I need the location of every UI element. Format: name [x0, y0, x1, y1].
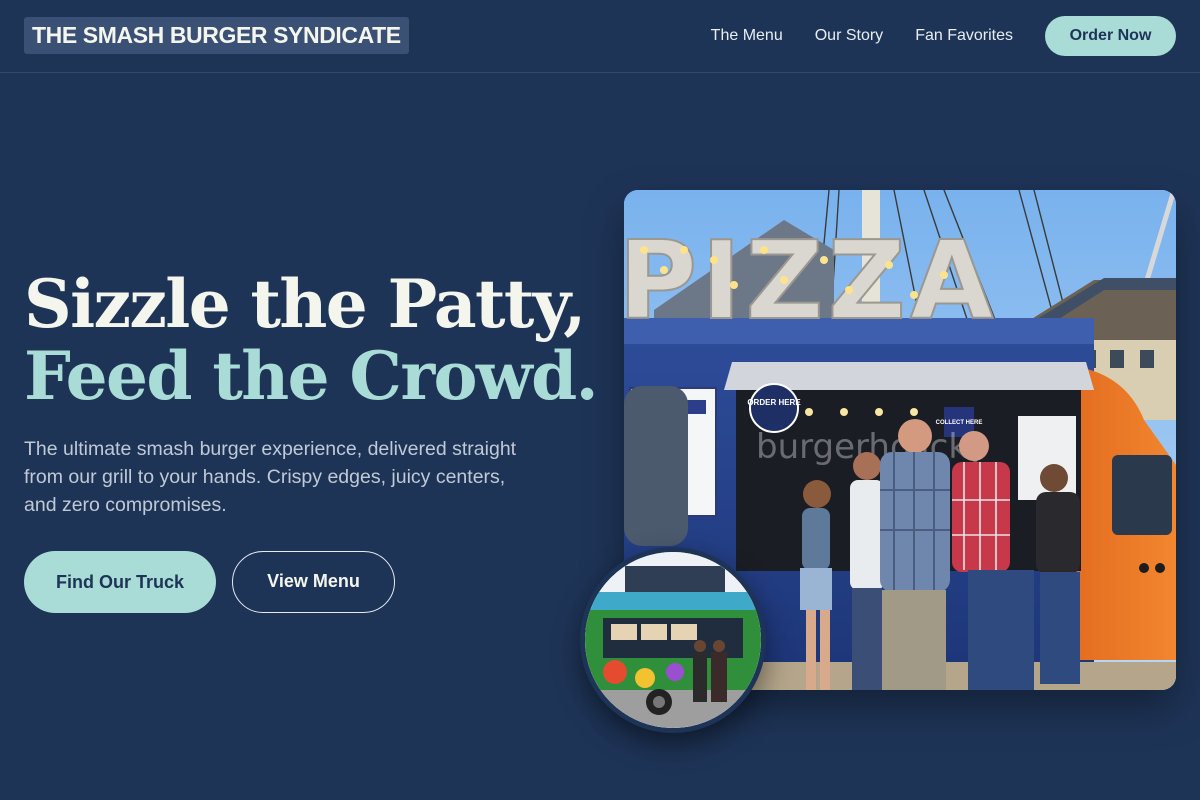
site-header: THE SMASH BURGER SYNDICATE The Menu Our … [0, 0, 1200, 73]
order-now-button[interactable]: Order Now [1045, 16, 1176, 56]
hero-title: Sizzle the Patty, Feed the Crowd. [24, 268, 604, 412]
nav-link-fan-favorites[interactable]: Fan Favorites [915, 16, 1013, 56]
hero-title-line-1: Sizzle the Patty, [24, 265, 586, 343]
inset-truck-photo [580, 547, 766, 733]
collect-here-sign: COLLECT HERE [936, 420, 983, 426]
inset-truck-illustration [585, 552, 761, 728]
hero-title-line-2: Feed the Crowd. [24, 337, 599, 415]
order-here-sign: ORDER HERE [747, 398, 801, 407]
find-our-truck-button[interactable]: Find Our Truck [24, 551, 216, 613]
hero-subtitle: The ultimate smash burger experience, de… [24, 438, 517, 516]
pizza-marquee-sign: PIZZA [624, 219, 998, 344]
view-menu-button[interactable]: View Menu [232, 551, 395, 613]
main-nav: The Menu Our Story Fan Favorites Order N… [711, 16, 1176, 56]
nav-link-our-story[interactable]: Our Story [815, 16, 883, 56]
nav-link-menu[interactable]: The Menu [711, 16, 783, 56]
brand-logo[interactable]: THE SMASH BURGER SYNDICATE [24, 17, 409, 54]
